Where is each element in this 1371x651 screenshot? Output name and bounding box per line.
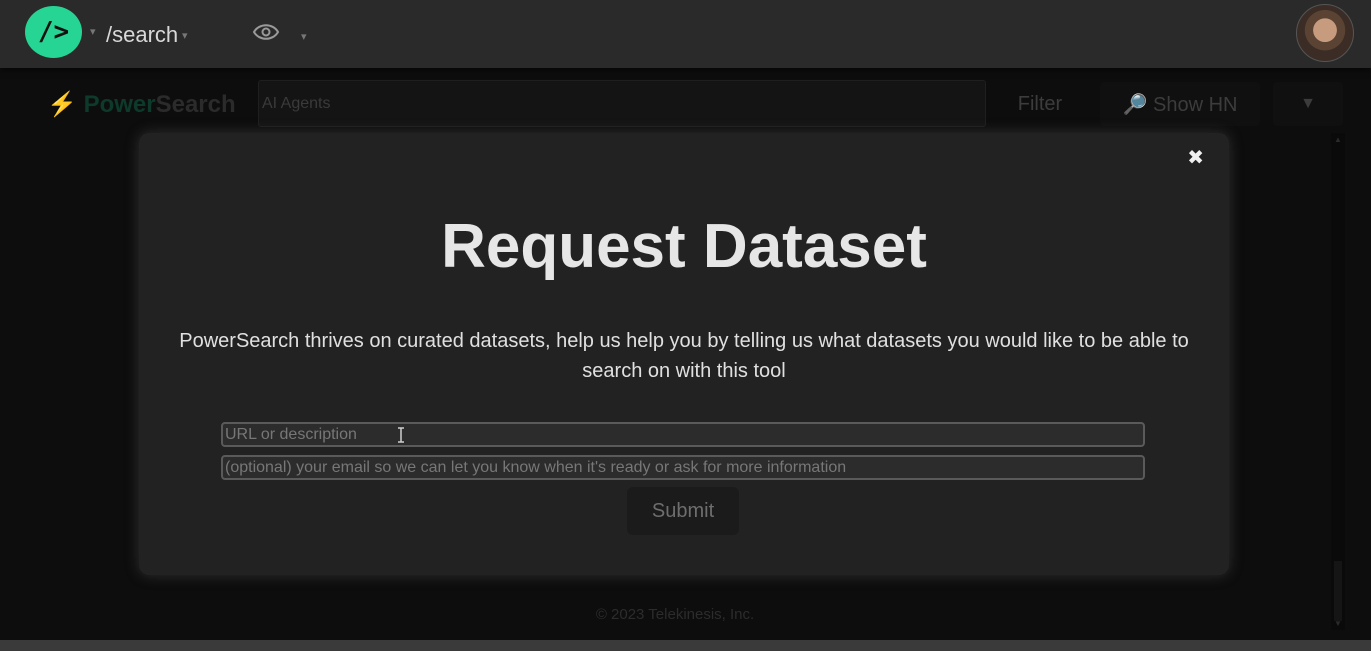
menu-dropdown-button[interactable]: ▼ <box>1273 82 1343 126</box>
scroll-up-icon[interactable]: ▲ <box>1334 135 1342 144</box>
bottom-bar <box>0 640 1371 651</box>
route-breadcrumb[interactable]: /search <box>106 22 178 48</box>
eye-icon[interactable] <box>252 20 280 44</box>
url-description-input[interactable] <box>221 422 1145 447</box>
search-input[interactable]: AI Agents <box>258 80 986 127</box>
request-dataset-modal: ✖ Request Dataset PowerSearch thrives on… <box>139 133 1229 575</box>
show-hn-button[interactable]: 🔎 Show HN <box>1100 82 1260 126</box>
logo-chevron-down-icon[interactable]: ▾ <box>90 25 96 38</box>
lightning-icon: ⚡ <box>47 91 77 118</box>
filter-button[interactable]: Filter <box>1000 82 1080 126</box>
user-avatar[interactable] <box>1296 4 1354 62</box>
route-chevron-down-icon[interactable]: ▾ <box>182 29 188 42</box>
text-cursor-icon <box>398 427 404 443</box>
powersearch-brand: ⚡ PowerSearch <box>47 90 236 119</box>
brand-power-text: Power <box>83 91 156 118</box>
modal-title: Request Dataset <box>441 212 927 281</box>
eye-chevron-down-icon[interactable]: ▾ <box>301 30 307 43</box>
close-icon[interactable]: ✖ <box>1187 145 1204 170</box>
scrollbar[interactable]: ▲ ▼ <box>1331 133 1345 630</box>
modal-description: PowerSearch thrives on curated datasets,… <box>179 330 1189 382</box>
email-input[interactable] <box>221 455 1145 480</box>
top-bar: /> ▾ /search ▾ ▾ <box>0 0 1371 68</box>
submit-button[interactable]: Submit <box>627 487 739 535</box>
brand-search-text: Search <box>155 91 236 118</box>
app-logo-button[interactable]: /> <box>25 6 82 58</box>
footer-copyright: © 2023 Telekinesis, Inc. <box>595 606 755 623</box>
